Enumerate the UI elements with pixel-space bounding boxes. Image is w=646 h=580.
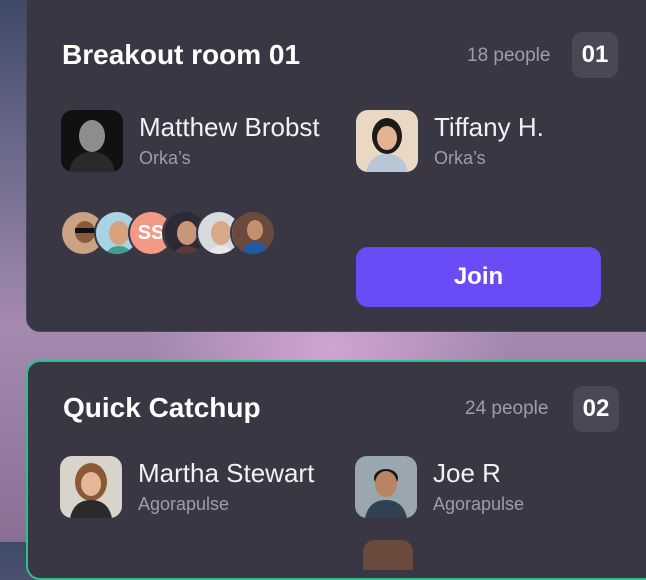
member-name: Tiffany H. xyxy=(434,112,544,142)
member-name: Joe R xyxy=(433,458,501,488)
room-title: Breakout room 01 xyxy=(62,39,301,70)
avatar xyxy=(61,110,123,172)
people-count: 18 people xyxy=(467,45,551,66)
room-title: Quick Catchup xyxy=(63,392,261,423)
avatar xyxy=(356,110,418,172)
avatar xyxy=(60,456,122,518)
avatar xyxy=(230,210,276,256)
room-number-badge: 01 xyxy=(572,32,618,78)
member-name: Martha Stewart xyxy=(138,458,315,488)
room-card-quick-catchup[interactable]: Quick Catchup 24 people 02 Martha Stewar… xyxy=(26,360,646,580)
avatar-stack[interactable]: SS xyxy=(60,210,300,258)
avatar-stack-peek xyxy=(363,540,413,570)
member-name: Matthew Brobst xyxy=(139,112,320,142)
member-org: Agorapulse xyxy=(138,494,230,514)
room-number-badge: 02 xyxy=(573,386,619,432)
member-org: Orka’s xyxy=(139,148,191,168)
people-count: 24 people xyxy=(465,398,549,419)
member-org: Orka’s xyxy=(434,148,486,168)
join-button[interactable]: Join xyxy=(356,247,601,307)
room-card-breakout-01[interactable]: Breakout room 01 18 people 01 Matthew Br… xyxy=(26,0,646,332)
avatar xyxy=(355,456,417,518)
member-org: Agorapulse xyxy=(433,494,525,514)
